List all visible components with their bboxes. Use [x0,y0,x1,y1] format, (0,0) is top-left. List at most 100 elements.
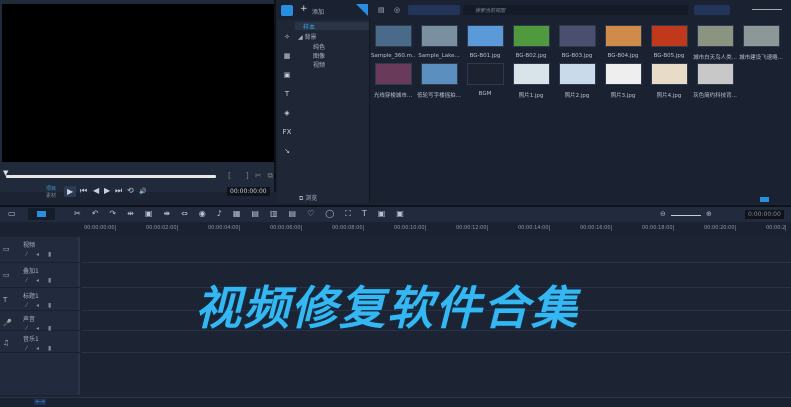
track-lane[interactable] [82,237,791,263]
zoom-slider[interactable] [671,215,701,216]
zoom-out-icon[interactable]: ⊖ [660,210,666,218]
media-item[interactable]: 照片3.jpg [601,63,645,103]
ruler-tick: 00:00:20:00 [704,225,736,231]
timeline-footer: ⇤⇥ [0,397,791,407]
media-item[interactable]: 照片4.jpg [647,63,691,103]
media-library-icon[interactable] [281,5,293,16]
panel-view-icon[interactable] [760,197,769,202]
scrub-bar[interactable] [6,175,216,178]
media-label: 灰色简约科技背... [693,93,737,99]
overlay-title-text: 视频修复软件合集 [195,281,579,335]
corner-flag-icon [356,4,368,16]
track-header[interactable]: 🎤 声音 ⁄◂▮ [0,311,80,332]
media-type-filter[interactable] [408,5,460,15]
media-thumbnail [650,63,688,85]
tree-solid[interactable]: 纯色 [313,42,325,51]
ruler-tick: 00:00:14:00 [518,225,550,231]
tree-background[interactable]: ◢ 背景 [298,32,317,41]
media-thumbnail [466,63,504,85]
preview-timecode[interactable]: 00:00:00:00 [227,187,270,196]
media-item[interactable]: 低轮写字楼摇拍... [417,63,461,103]
home-button[interactable]: ⏮ [80,186,87,196]
storyboard-view-icon[interactable]: ▭ [8,209,16,218]
track-controls[interactable]: ⁄◂▮ [26,277,60,284]
media-thumbnail [650,25,688,47]
ruler-tick: 00:00:2 [766,225,787,231]
track-headers: ▭ 视频 ⁄◂▮ ▭ 叠加1 ⁄◂▮ T 标题1 ⁄◂▮ 🎤 声音 ⁄◂▮ ♫ 音乐1 ⁄◂▮ [0,237,80,395]
media-label: Sample_360.m... [371,53,415,59]
view-toggle[interactable] [694,5,730,15]
media-label: 光线穿梭城市... [373,93,413,99]
track-icon: ▭ [3,245,10,253]
preview-screen [2,4,274,162]
media-item[interactable]: 城市白天鸟人类... [693,25,737,65]
media-label: 低轮写字楼摇拍... [417,93,461,99]
media-item[interactable]: 照片2.jpg [555,63,599,103]
track-header[interactable]: ▭ 叠加1 ⁄◂▮ [0,263,80,288]
time-ruler[interactable]: 00:00:00:00 00:00:02:00 00:00:04:00 00:00:0… [0,222,791,236]
thumb-size-slider[interactable] [752,9,782,10]
track-header[interactable]: ▭ 视频 ⁄◂▮ [0,237,80,263]
media-item[interactable]: BG-B05.jpg [647,25,691,65]
media-thumbnail [512,63,550,85]
media-thumbnail [374,63,412,85]
search-placeholder: 搜索当前视图 [475,8,506,14]
fx-icon[interactable]: FX [283,128,292,136]
trim-markers[interactable]: [ ]✂⧉ [228,171,279,181]
media-item[interactable]: BG-B03.jpg [555,25,599,65]
library-tree: 样本 ◢ 背景 纯色 图像 视频 ⧉ 浏览 [295,20,370,203]
media-item[interactable]: 照片1.jpg [509,63,553,103]
prev-frame-button[interactable]: ◀ [93,186,99,195]
media-thumbnail [420,25,458,47]
media-label: 照片2.jpg [564,93,590,99]
track-controls[interactable]: ⁄◂▮ [26,302,60,309]
ruler-tick: 00:00:08:00 [332,225,364,231]
media-item[interactable]: 光线穿梭城市... [371,63,415,103]
timeline-timecode[interactable]: 0:00:00:00 [745,210,784,219]
media-item[interactable]: Sample_Lake... [417,25,461,65]
media-thumbnail [558,63,596,85]
media-item[interactable]: BG-B01.jpg [463,25,507,65]
media-label: BG-B05.jpg [653,53,685,59]
media-thumbnail [696,25,734,47]
add-button[interactable]: 添加 [312,7,324,16]
tree-image[interactable]: 图像 [313,51,325,60]
media-item[interactable]: BG-B04.jpg [601,25,645,65]
track-name: 叠加1 [23,268,39,275]
media-item[interactable]: BG-B02.jpg [509,25,553,65]
track-icon: 🎤 [3,319,12,327]
end-button[interactable]: ⏭ [115,186,122,196]
track-header[interactable]: T 标题1 ⁄◂▮ [0,288,80,311]
media-thumbnail [558,25,596,47]
repeat-button[interactable]: ⟲ [127,186,134,195]
media-item[interactable]: 灰色简约科技背... [693,63,737,103]
add-icon[interactable]: + [300,4,308,14]
mode-clip[interactable]: 素材 [46,192,56,199]
track-header[interactable]: ♫ 音乐1 ⁄◂▮ [0,331,80,353]
tree-video[interactable]: 视频 [313,60,325,69]
zoom-in-icon[interactable]: ⊕ [706,210,712,218]
mode-project[interactable]: 项目 [46,185,56,192]
media-thumbnail [420,63,458,85]
timeline-view-tab[interactable] [28,208,55,220]
media-item[interactable]: Sample_360.m... [371,25,415,65]
ruler-tick: 00:00:02:00 [146,225,178,231]
media-item[interactable]: BGM [463,63,507,103]
media-item[interactable]: 城市建设飞速略... [739,25,783,65]
tree-samples[interactable]: 样本 [295,22,369,31]
volume-button[interactable]: 🔊 [139,188,146,195]
next-frame-button[interactable]: ▶ [104,186,110,195]
record-icon[interactable]: ◎ [394,6,400,14]
fit-button[interactable]: ⇤⇥ [34,399,47,405]
media-label: 照片1.jpg [518,93,544,99]
browse-button[interactable]: ⧉ 浏览 [299,193,317,203]
play-button[interactable]: ▶ [64,186,77,197]
side-icons[interactable]: ✧ ▦ ▣ T ◈ FX ↘ [281,28,293,161]
search-input[interactable]: 搜索当前视图 [463,5,688,15]
timeline-tools[interactable]: ✂↶↷⇹▣⇼⇔◉♪▦▤▥▤♡◯⛶T▣▣ [74,209,494,219]
folder-icon[interactable]: ▤ [378,6,385,14]
media-thumbnail [742,25,780,47]
track-controls[interactable]: ⁄◂▮ [26,251,60,258]
track-controls[interactable]: ⁄◂▮ [26,345,60,352]
media-label: BG-B03.jpg [561,53,593,59]
